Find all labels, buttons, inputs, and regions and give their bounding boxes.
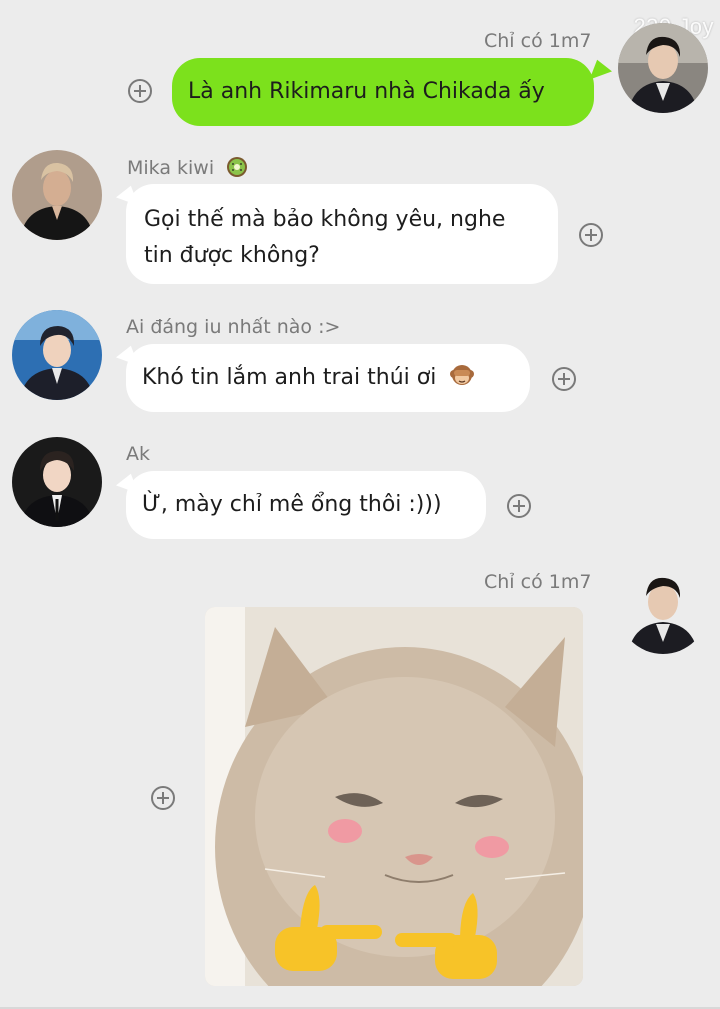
add-reaction-button[interactable] bbox=[151, 786, 175, 810]
avatar[interactable] bbox=[12, 437, 102, 527]
message-text-line: Gọi thế mà bảo không yêu, nghe bbox=[144, 207, 506, 232]
sender-name-text: Mika kiwi bbox=[127, 157, 215, 179]
sender-name: Ai đáng iu nhất nào :> bbox=[126, 316, 341, 338]
sender-name: Chỉ có 1m7 bbox=[484, 30, 592, 52]
message-bubble[interactable]: Ừ, mày chỉ mê ổng thôi :))) bbox=[126, 471, 486, 539]
add-reaction-button[interactable] bbox=[552, 367, 576, 391]
add-reaction-button[interactable] bbox=[507, 494, 531, 518]
cat-photo bbox=[205, 607, 583, 986]
add-reaction-button[interactable] bbox=[579, 223, 603, 247]
avatar[interactable] bbox=[12, 310, 102, 400]
message-bubble[interactable]: Là anh Rikimaru nhà Chikada ấy bbox=[172, 58, 594, 126]
avatar[interactable] bbox=[618, 23, 708, 113]
message-text: Là anh Rikimaru nhà Chikada ấy bbox=[188, 79, 545, 104]
sender-name: Chỉ có 1m7 bbox=[484, 571, 592, 593]
kiwi-icon bbox=[226, 156, 248, 183]
avatar[interactable] bbox=[618, 564, 708, 654]
avatar[interactable] bbox=[12, 150, 102, 240]
sender-name: Ak bbox=[126, 443, 151, 465]
see-no-evil-monkey-icon bbox=[449, 362, 475, 400]
sender-name: Mika kiwi bbox=[127, 156, 248, 183]
message-bubble[interactable]: Gọi thế mà bảo không yêu, nghe tin được … bbox=[126, 184, 558, 284]
message-bubble[interactable]: Khó tin lắm anh trai thúi ơi bbox=[126, 344, 530, 412]
message-text: Khó tin lắm anh trai thúi ơi bbox=[142, 365, 437, 390]
add-reaction-button[interactable] bbox=[128, 79, 152, 103]
message-text-line: tin được không? bbox=[144, 243, 320, 268]
cat-photo-attachment[interactable] bbox=[205, 607, 583, 986]
message-text: Ừ, mày chỉ mê ổng thôi :))) bbox=[142, 492, 442, 517]
